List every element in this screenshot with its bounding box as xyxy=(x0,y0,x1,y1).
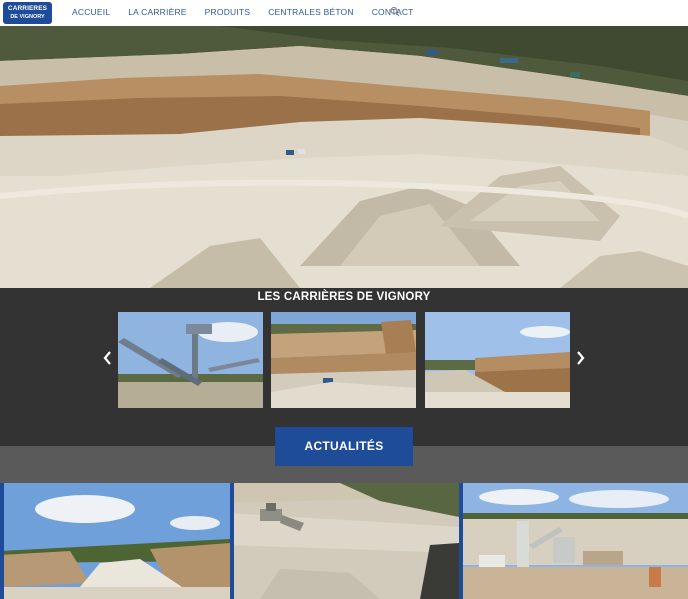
nav-item-la-carriere[interactable]: LA CARRIÈRE xyxy=(128,7,186,17)
site-header: CARRIERES DE VIGNORY ACCUEIL LA CARRIÈRE… xyxy=(0,0,688,26)
news-card-accent xyxy=(459,483,463,599)
gallery-title: LES CARRIÈRES DE VIGNORY xyxy=(257,291,431,303)
main-nav: ACCUEIL LA CARRIÈRE PRODUITS CENTRALES B… xyxy=(72,7,432,17)
gallery-thumb-pit[interactable] xyxy=(271,312,416,408)
hero-quarry-image xyxy=(0,26,688,288)
news-card-accent xyxy=(230,483,234,599)
gallery-section: LES CARRIÈRES DE VIGNORY xyxy=(0,288,688,446)
news-card-concrete-plant[interactable] xyxy=(459,483,688,599)
news-card-accent xyxy=(0,483,4,599)
gallery-thumb-cliff[interactable] xyxy=(425,312,570,408)
site-logo[interactable]: CARRIERES DE VIGNORY xyxy=(3,2,52,24)
logo-line-2: DE VIGNORY xyxy=(10,14,45,20)
news-cards xyxy=(0,483,688,599)
nav-item-centrales-beton[interactable]: CENTRALES BÉTON xyxy=(268,7,354,17)
chevron-right-icon[interactable] xyxy=(572,348,588,368)
chevron-left-icon[interactable] xyxy=(100,348,116,368)
nav-item-produits[interactable]: PRODUITS xyxy=(205,7,251,17)
logo-line-1: CARRIERES xyxy=(7,5,48,12)
search-icon[interactable] xyxy=(390,6,400,18)
news-card-road[interactable] xyxy=(0,483,230,599)
nav-item-accueil[interactable]: ACCUEIL xyxy=(72,7,110,17)
news-card-bulldozer[interactable] xyxy=(230,483,459,599)
gallery-thumb-crusher[interactable] xyxy=(118,312,263,408)
news-button[interactable]: ACTUALITÉS xyxy=(275,427,413,466)
